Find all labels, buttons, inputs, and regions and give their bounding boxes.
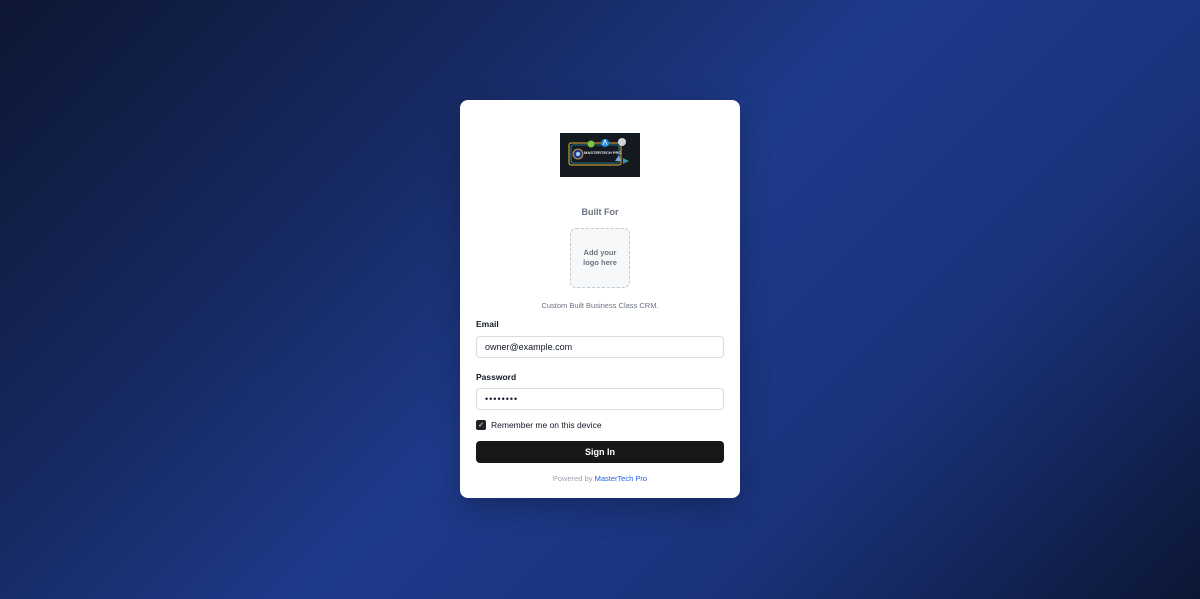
email-field[interactable] [476, 336, 724, 358]
password-label: Password [476, 372, 517, 382]
built-for-label: Built For [581, 207, 619, 217]
remember-me-row[interactable]: ✓ Remember me on this device [476, 420, 602, 430]
remember-label: Remember me on this device [491, 420, 602, 430]
checkmark-icon: ✓ [478, 421, 484, 429]
tagline: Custom Built Business Class CRM. [541, 301, 659, 310]
sign-in-button[interactable]: Sign In [476, 441, 724, 463]
password-field[interactable] [476, 388, 724, 410]
email-label: Email [476, 319, 499, 329]
logo-upload-placeholder[interactable]: Add your logo here [570, 228, 630, 288]
powered-by-prefix: Powered by [552, 474, 593, 483]
remember-checkbox[interactable]: ✓ [476, 420, 486, 430]
logo-wordmark: MASTERTECH PRO [584, 150, 622, 155]
powered-by-link[interactable]: MasterTech Pro [595, 474, 648, 483]
mastertech-logo-image: MASTERTECH PRO [560, 133, 640, 177]
powered-by: Powered by MasterTech Pro [460, 474, 740, 483]
login-card: MASTERTECH PRO Built For Add your logo h… [460, 100, 740, 498]
mastertech-logo-icon: MASTERTECH PRO [568, 138, 629, 166]
